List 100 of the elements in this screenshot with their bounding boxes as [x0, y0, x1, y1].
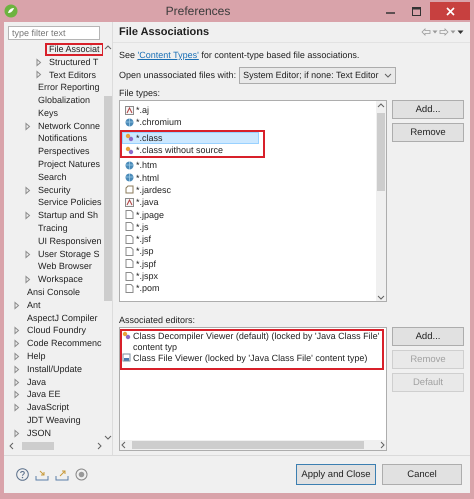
tray-arrow-out-icon[interactable] — [55, 468, 69, 480]
expand-arrow-icon[interactable] — [23, 250, 32, 259]
tray-arrow-in-icon[interactable] — [35, 468, 49, 480]
tree-item[interactable]: Security — [34, 184, 75, 197]
file-type-item[interactable]: *.jsf — [122, 232, 372, 246]
file-type-item[interactable]: *.class — [122, 132, 259, 144]
expand-arrow-icon[interactable] — [12, 403, 21, 412]
expand-arrow-icon[interactable] — [23, 186, 32, 195]
file-type-item[interactable]: *.chromium — [122, 116, 372, 129]
expand-arrow-icon[interactable] — [34, 70, 43, 80]
file-type-button[interactable]: Remove — [392, 123, 464, 142]
tree-item[interactable]: Text Editors — [45, 68, 100, 82]
tree-item[interactable]: Structured T — [45, 56, 102, 69]
expand-arrow-icon[interactable] — [23, 211, 32, 220]
file-type-item[interactable]: *.jspf — [122, 258, 372, 270]
vertical-scrollbar[interactable] — [103, 43, 112, 441]
file-type-item[interactable]: *.html — [122, 171, 372, 184]
tree-item[interactable]: Help — [23, 350, 50, 364]
dropdown-icon[interactable] — [450, 29, 456, 35]
tree-item[interactable]: Perspectives — [34, 145, 94, 158]
chevron-down-icon[interactable] — [384, 71, 392, 79]
view-menu-icon[interactable] — [457, 29, 464, 35]
expand-arrow-icon[interactable] — [34, 58, 43, 67]
scroll-up-icon[interactable] — [104, 43, 112, 51]
filter-field[interactable]: type filter text — [8, 26, 100, 40]
dropdown-icon[interactable] — [432, 29, 438, 35]
tree-item[interactable]: UI Responsiven — [34, 234, 103, 248]
tree-item[interactable]: Workspace — [34, 273, 87, 286]
scroll-right-icon[interactable] — [95, 442, 103, 450]
record-icon[interactable] — [75, 468, 88, 481]
scroll-down-icon[interactable] — [104, 433, 112, 441]
intro-text: See 'Content Types' for content-type based file associations. — [119, 49, 360, 61]
file-type-item[interactable]: *.jardesc — [122, 184, 372, 196]
vertical-scrollbar[interactable] — [376, 101, 386, 301]
tree-item[interactable]: Error Reporting — [34, 81, 103, 94]
tree-item[interactable]: Ant — [23, 298, 45, 312]
file-type-item[interactable]: *.java — [122, 196, 372, 208]
tree-item[interactable]: Cloud Foundry — [23, 324, 90, 338]
scroll-up-icon[interactable] — [377, 101, 385, 109]
back-arrow-icon[interactable] — [421, 28, 431, 36]
file-type-item[interactable]: *.aj — [122, 104, 372, 116]
tree-item[interactable]: JSON — [23, 426, 56, 440]
tree-item[interactable]: Project Natures — [34, 158, 103, 172]
tree-item[interactable]: Code Recommenc — [23, 337, 103, 350]
file-type-button[interactable]: Add... — [392, 100, 464, 119]
file-type-name: *.class without source — [136, 145, 224, 156]
file-type-item[interactable]: *.jpage — [122, 208, 372, 221]
tree-item[interactable]: Java EE — [23, 388, 65, 402]
dialog-button[interactable]: Cancel — [382, 464, 462, 485]
tree-item[interactable]: Web Browser — [34, 260, 96, 274]
tree-item[interactable]: Tracing — [34, 222, 72, 236]
close-button[interactable] — [430, 2, 470, 20]
expand-arrow-icon[interactable] — [12, 326, 21, 336]
tree-item[interactable]: AspectJ Compiler — [23, 312, 102, 325]
file-type-name: *.jspf — [136, 258, 156, 269]
source-file-icon — [125, 106, 134, 115]
tree-item[interactable]: Ansi Console — [23, 286, 84, 300]
scroll-right-icon[interactable] — [378, 441, 386, 449]
scroll-left-icon[interactable] — [8, 442, 16, 450]
tree-item[interactable]: Network Conne — [34, 120, 103, 133]
expand-arrow-icon[interactable] — [23, 275, 32, 284]
expand-arrow-icon[interactable] — [12, 352, 21, 362]
horizontal-scrollbar[interactable] — [120, 440, 386, 450]
expand-arrow-icon[interactable] — [23, 122, 32, 131]
expand-arrow-icon[interactable] — [12, 364, 21, 374]
class-file-icon — [125, 146, 134, 155]
source-file-icon — [125, 198, 134, 207]
tree-item[interactable]: Install/Update — [23, 362, 86, 376]
expand-arrow-icon[interactable] — [12, 378, 21, 387]
file-type-item[interactable]: *.jspx — [122, 270, 372, 282]
editor-dropdown[interactable]: System Editor; if none: Text Editor — [239, 66, 396, 84]
tree-item[interactable]: Startup and Sh — [34, 209, 102, 222]
file-type-item[interactable]: *.htm — [122, 159, 372, 172]
page-title: File Associations — [119, 26, 210, 38]
tree-item[interactable]: JDT Weaving — [23, 414, 85, 428]
expand-arrow-icon[interactable] — [12, 428, 21, 438]
scroll-down-icon[interactable] — [377, 293, 385, 301]
content-types-link[interactable]: 'Content Types' — [138, 50, 199, 60]
scroll-left-icon[interactable] — [120, 441, 128, 449]
tree-item[interactable]: Search — [34, 170, 71, 184]
expand-arrow-icon[interactable] — [12, 390, 21, 400]
file-type-item[interactable]: *.class without source — [122, 144, 263, 156]
help-icon[interactable] — [16, 468, 29, 481]
tree-item[interactable]: Java — [23, 376, 50, 389]
file-type-name: *.js — [136, 222, 149, 232]
editor-button[interactable]: Add... — [392, 327, 464, 346]
file-type-item[interactable]: *.js — [122, 220, 372, 233]
tree-item[interactable]: Notifications — [34, 132, 92, 146]
forward-arrow-icon[interactable] — [439, 28, 449, 36]
file-type-item[interactable]: *.pom — [122, 282, 372, 294]
tree-item[interactable]: Keys — [34, 106, 62, 120]
file-type-item[interactable]: *.jsp — [122, 245, 372, 258]
tree-item[interactable]: File Associat — [45, 43, 103, 56]
tree-item[interactable]: Globalization — [34, 94, 94, 108]
tree-item[interactable]: JavaScript — [23, 401, 74, 414]
expand-arrow-icon[interactable] — [12, 339, 21, 348]
tree-item[interactable]: Service Policies — [34, 196, 103, 210]
tree-item[interactable]: User Storage S — [34, 248, 103, 261]
expand-arrow-icon[interactable] — [12, 300, 21, 310]
dialog-button[interactable]: Apply and Close — [296, 464, 376, 485]
